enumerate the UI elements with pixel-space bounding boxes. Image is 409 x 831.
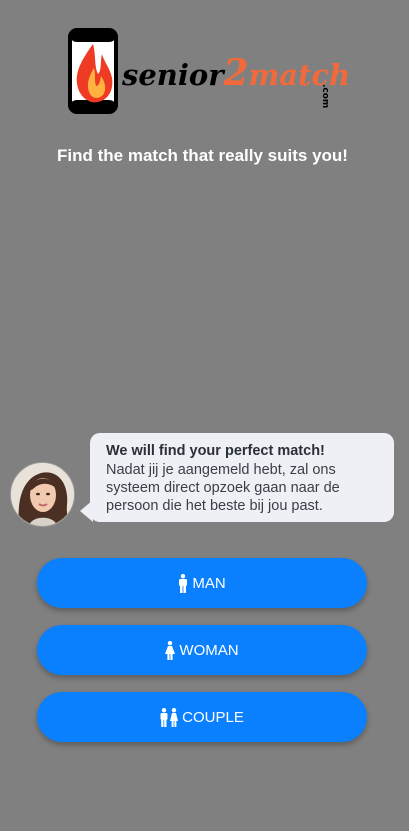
man-button[interactable]: MAN (37, 558, 367, 608)
brand-suffix: .com (320, 84, 330, 109)
brand-logo: senior2match .com (68, 28, 350, 116)
brand-part-senior: senior (122, 58, 224, 92)
brand-part-match: match (248, 58, 351, 92)
woman-button-label: WOMAN (179, 641, 239, 659)
tagline: Find the match that really suits you! (57, 146, 348, 165)
brand-wordmark: senior2match (122, 52, 350, 102)
couple-button-label: COUPLE (182, 708, 244, 726)
woman-button[interactable]: WOMAN (37, 625, 367, 675)
agent-avatar (10, 462, 75, 527)
couple-icon (160, 707, 182, 727)
chat-title: We will find your perfect match! (106, 443, 325, 459)
couple-button[interactable]: COUPLE (37, 692, 367, 742)
female-icon (165, 640, 179, 660)
brand-part-two: 2 (223, 52, 249, 94)
man-button-label: MAN (192, 574, 226, 592)
chat-bubble: We will find your perfect match! Nadat j… (90, 433, 394, 522)
chat-message: Nadat jij je aangemeld hebt, zal ons sys… (106, 462, 340, 514)
phone-flame-icon (68, 28, 120, 114)
male-icon (178, 573, 192, 593)
